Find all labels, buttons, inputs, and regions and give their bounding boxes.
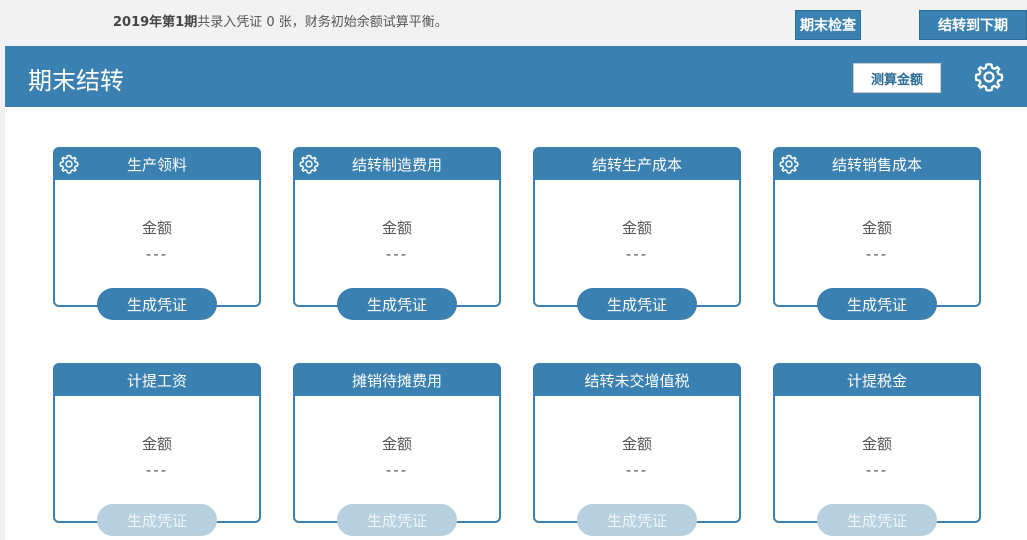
- gear-icon[interactable]: [59, 154, 79, 174]
- card-title-text: 计提工资: [126, 372, 187, 390]
- amount-value: ---: [385, 461, 409, 479]
- amount-label: 金额: [621, 435, 652, 453]
- calculate-amount-button[interactable]: 测算金额: [853, 63, 941, 93]
- generate-voucher-button: 生成凭证: [577, 504, 697, 536]
- transfer-card: 生产领料金额 --- 生成凭证: [53, 147, 261, 320]
- card-title: 结转未交增值税: [535, 365, 739, 396]
- period-check-button[interactable]: 期末检查: [795, 10, 861, 40]
- amount-value: ---: [865, 245, 889, 263]
- card-title: 摊销待摊费用: [295, 365, 499, 396]
- card-title: 生产领料: [55, 149, 259, 180]
- card-title-text: 计提税金: [846, 372, 907, 390]
- card-title: 计提工资: [55, 365, 259, 396]
- amount-value: ---: [865, 461, 889, 479]
- amount-label: 金额: [381, 435, 412, 453]
- gear-icon[interactable]: [299, 154, 319, 174]
- amount-value: ---: [385, 245, 409, 263]
- page-title: 期末结转: [28, 67, 124, 95]
- gear-icon[interactable]: [779, 154, 799, 174]
- transfer-card: 结转生产成本 金额 --- 生成凭证: [533, 147, 741, 320]
- top-bar: 2019年第1期共录入凭证 0 张，财务初始余额试算平衡。 期末检查 结转到下期: [0, 0, 1027, 46]
- transfer-card: 摊销待摊费用 金额 --- 生成凭证: [293, 363, 501, 536]
- amount-label: 金额: [141, 435, 172, 453]
- amount-label: 金额: [861, 435, 892, 453]
- generate-voucher-button[interactable]: 生成凭证: [817, 288, 937, 320]
- generate-voucher-button[interactable]: 生成凭证: [337, 288, 457, 320]
- card-title: 计提税金: [775, 365, 979, 396]
- card-title-text: 结转销售成本: [831, 156, 922, 174]
- amount-label: 金额: [621, 219, 652, 237]
- carry-to-next-period-button[interactable]: 结转到下期: [919, 10, 1027, 40]
- card-title: 结转销售成本: [775, 149, 979, 180]
- card-title: 结转制造费用: [295, 149, 499, 180]
- amount-label: 金额: [141, 219, 172, 237]
- amount-label: 金额: [381, 219, 412, 237]
- panel-header: 期末结转 测算金额: [5, 46, 1027, 107]
- card-title-text: 结转生产成本: [591, 156, 682, 174]
- card-title-text: 结转制造费用: [351, 156, 442, 174]
- voucher-summary: 共录入凭证 0 张，财务初始余额试算平衡。: [197, 15, 448, 30]
- card-title-text: 结转未交增值税: [584, 372, 690, 390]
- period-end-panel: 期末结转 测算金额 生产领料 金额 --- 生成凭证 结转制造费用 金额 --- 生成凭证 结转…: [5, 46, 1027, 540]
- generate-voucher-button: 生成凭证: [817, 504, 937, 536]
- amount-value: ---: [145, 461, 169, 479]
- amount-value: ---: [625, 245, 649, 263]
- transfer-card: 结转制造费用 金额 --- 生成凭证: [293, 147, 501, 320]
- card-title: 结转生产成本: [535, 149, 739, 180]
- amount-value: ---: [145, 245, 169, 263]
- generate-voucher-button: 生成凭证: [97, 504, 217, 536]
- transfer-card: 计提税金金额 --- 生成凭证: [773, 363, 981, 536]
- gear-icon[interactable]: [974, 62, 1004, 92]
- period-info: 2019年第1期共录入凭证 0 张，财务初始余额试算平衡。: [113, 11, 448, 30]
- amount-value: ---: [625, 461, 649, 479]
- amount-label: 金额: [861, 219, 892, 237]
- period-label: 2019年第1期: [113, 15, 198, 30]
- generate-voucher-button[interactable]: 生成凭证: [577, 288, 697, 320]
- generate-voucher-button: 生成凭证: [337, 504, 457, 536]
- card-title-text: 摊销待摊费用: [351, 372, 442, 390]
- transfer-card: 结转未交增值税 金额 --- 生成凭证: [533, 363, 741, 536]
- generate-voucher-button[interactable]: 生成凭证: [97, 288, 217, 320]
- transfer-card: 计提工资金额 --- 生成凭证: [53, 363, 261, 536]
- card-title-text: 生产领料: [126, 156, 187, 174]
- transfer-card: 结转销售成本 金额 --- 生成凭证: [773, 147, 981, 320]
